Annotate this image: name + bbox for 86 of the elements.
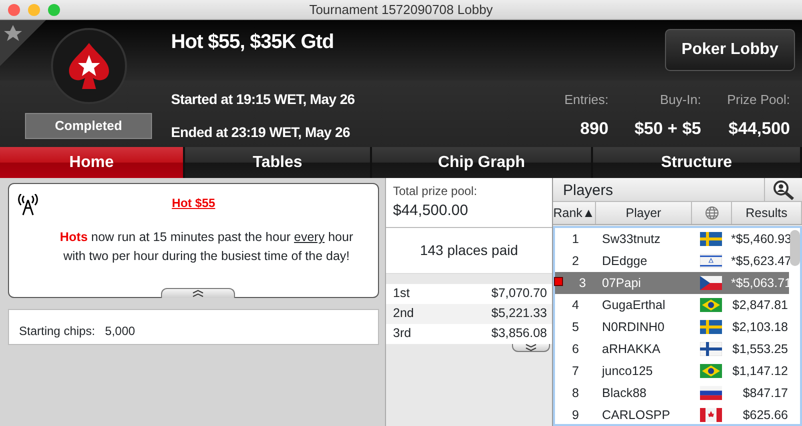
tab[interactable]: Tables: [185, 147, 372, 178]
player-result: $847.17: [742, 386, 788, 400]
player-result: $1,147.12: [732, 364, 788, 378]
rank-text: 4: [572, 296, 579, 314]
player-name: aRHAKKA: [602, 342, 660, 356]
rank-text: 2: [572, 252, 579, 270]
places-paid: 143 places paid: [420, 240, 518, 260]
double-chevron-down-icon: [525, 344, 537, 350]
double-chevron-up-icon: [192, 290, 204, 297]
player-row[interactable]: 4 GugaErthal $2,847.81: [555, 294, 789, 316]
column-header[interactable]: Player: [596, 202, 692, 224]
total-prize-label: Total prize pool:: [393, 183, 478, 200]
window-title: Tournament 1572090708 Lobby: [309, 0, 493, 19]
prize-amount: $7,070.70: [491, 285, 547, 302]
poker-lobby-button[interactable]: Poker Lobby: [665, 29, 795, 71]
player-name: Black88: [602, 386, 646, 400]
tab[interactable]: Home: [0, 147, 185, 178]
player-result: *$5,460.93: [731, 232, 792, 246]
player-name: junco125: [602, 364, 653, 378]
player-result: *$5,623.47: [731, 254, 792, 268]
spade-logo-icon: [68, 41, 110, 91]
flag-icon: [700, 254, 722, 268]
total-prize-value: $44,500.00: [393, 201, 468, 221]
notice-text: Hots now run at 15 minutes past the hour every hour with two per hour during the busiest time of the day!: [58, 229, 354, 266]
player-row[interactable]: 8 Black88 $847.17: [555, 382, 789, 404]
flag-icon: [700, 386, 722, 400]
globe-icon: [704, 206, 718, 220]
flag-icon: [700, 320, 722, 334]
collapse-handle[interactable]: [161, 288, 235, 298]
prize-place: 3rd: [393, 325, 412, 342]
rank-text: 9: [572, 406, 579, 424]
stat-value: $50 + $5: [634, 118, 702, 140]
flag-icon: [700, 364, 722, 378]
info-value: 5,000: [105, 323, 136, 340]
player-result: $2,847.81: [732, 298, 788, 312]
player-result: $1,553.25: [732, 342, 788, 356]
prize-place: 2nd: [393, 305, 414, 322]
player-row[interactable]: 6 aRHAKKA $1,553.25: [555, 338, 789, 360]
prize-amount: $5,221.33: [491, 305, 547, 322]
player-result: $2,103.18: [732, 320, 788, 334]
stat-label: Prize Pool:: [727, 91, 790, 109]
flag-icon: [700, 276, 722, 290]
panel-title: Players: [562, 181, 614, 201]
player-name: GugaErthal: [602, 298, 666, 312]
info-label: Starting chips:: [19, 323, 96, 340]
scrollbar-thumb[interactable]: [790, 230, 800, 266]
flag-icon: [700, 342, 722, 356]
flag-icon: [700, 298, 722, 312]
end-time: Ended at 23:19 WET, May 26: [171, 123, 350, 142]
status-ribbon: Completed: [25, 113, 152, 139]
rank-text: 5: [572, 318, 579, 336]
tournament-title: Hot $55, $35K Gtd: [171, 30, 334, 55]
player-row[interactable]: 9 CARLOSPP $625.66: [555, 404, 789, 426]
player-name: Sw33tnutz: [602, 232, 660, 246]
stat-label: Entries:: [564, 91, 608, 109]
column-header[interactable]: Rank▲: [553, 202, 596, 224]
player-row[interactable]: 1 Sw33tnutz *$5,460.93: [555, 228, 789, 250]
prize-amount: $3,856.08: [491, 325, 547, 342]
rank-text: 6: [572, 340, 579, 358]
player-row[interactable]: 2 DEdgge *$5,623.47: [555, 250, 789, 272]
player-name: DEdgge: [602, 254, 648, 268]
stat-label: Buy-In:: [660, 91, 702, 109]
rank-text: 1: [572, 230, 579, 248]
tab[interactable]: Structure: [593, 147, 802, 178]
rank-text: 8: [572, 384, 579, 402]
player-row[interactable]: 7 junco125 $1,147.12: [555, 360, 789, 382]
stat-value: 890: [580, 118, 608, 140]
start-time: Started at 19:15 WET, May 26: [171, 90, 355, 109]
player-row[interactable]: 5 N0RDINH0 $2,103.18: [555, 316, 789, 338]
player-name: CARLOSPP: [602, 408, 670, 422]
rank-text: 3: [579, 274, 586, 292]
player-result: $625.66: [742, 408, 788, 422]
tab[interactable]: Chip Graph: [372, 147, 593, 178]
rank-text: 7: [572, 362, 579, 380]
player-name: 07Papi: [602, 276, 641, 290]
search-icon: [772, 180, 794, 200]
stat-value: $44,500: [728, 118, 790, 140]
flag-icon: [700, 408, 722, 422]
selection-marker: [554, 276, 563, 286]
notice-title-link[interactable]: Hot $55: [172, 194, 216, 212]
favorite-star-icon[interactable]: [0, 20, 46, 66]
antenna-icon: [18, 194, 38, 216]
player-name: N0RDINH0: [602, 320, 665, 334]
column-header[interactable]: Results: [732, 202, 802, 224]
prize-place: 1st: [393, 285, 410, 302]
flag-icon: [700, 232, 722, 246]
